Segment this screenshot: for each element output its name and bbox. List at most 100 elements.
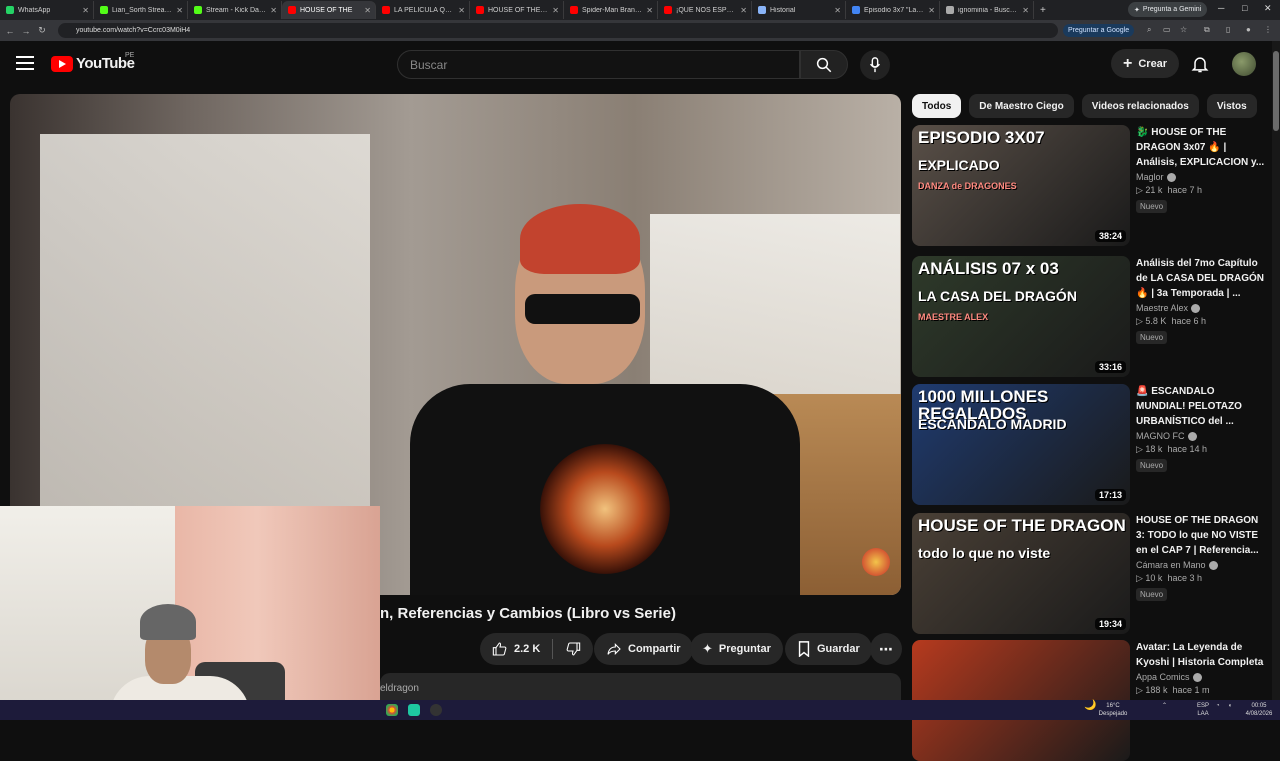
duration-badge: 33:16 — [1094, 361, 1126, 373]
save-label: Guardar — [817, 643, 860, 655]
recommendation-item[interactable]: 1000 MILLONES REGALADOS ESCANDALO MADRID 1… — [912, 384, 1272, 505]
obs-taskbar-icon[interactable] — [430, 704, 442, 716]
recommendation-title[interactable]: Avatar: La Leyenda de Kyoshi | Historia … — [1136, 640, 1266, 670]
tray-chevron-icon[interactable]: ⌃ — [1162, 702, 1167, 710]
ask-button[interactable]: ✦ Preguntar — [690, 633, 783, 665]
url-field[interactable]: youtube.com/watch?v=Ccrc03M0iH4 — [58, 23, 1058, 38]
tab-close-icon[interactable]: ✕ — [928, 6, 935, 15]
thumbs-down-icon — [566, 642, 581, 656]
recommendation-title[interactable]: 🐉 HOUSE OF THE DRAGON 3x07 🔥 | Análisis,… — [1136, 125, 1266, 170]
recommendation-title[interactable]: HOUSE OF THE DRAGON 3: TODO lo que NO VI… — [1136, 513, 1266, 558]
tab-close-icon[interactable]: ✕ — [176, 6, 183, 15]
sidepanel-icon[interactable]: ▯ — [1226, 25, 1230, 34]
tab-close-icon[interactable]: ✕ — [364, 6, 371, 15]
description-box[interactable]: eldragon — [380, 673, 901, 701]
video-thumbnail[interactable]: HOUSE OF THE DRAGON todo lo que no viste 1… — [912, 513, 1130, 634]
back-icon[interactable]: ← — [2, 26, 18, 36]
new-badge: Nuevo — [1136, 331, 1168, 344]
tab-close-icon[interactable]: ✕ — [82, 6, 89, 15]
channel-name[interactable]: Maestre Alex — [1136, 303, 1266, 313]
cast-icon[interactable]: ▭ — [1163, 25, 1171, 34]
search-input[interactable]: Buscar — [397, 50, 800, 79]
video-thumbnail[interactable]: ANÁLISIS 07 x 03 LA CASA DEL DRAGÓN MAESTR… — [912, 256, 1130, 377]
hamburger-menu-icon[interactable] — [16, 56, 34, 70]
browser-tab[interactable]: Lian_Sorth Stream - W... ✕ — [94, 1, 188, 19]
video-thumbnail[interactable]: EPISODIO 3X07 EXPLICADO DANZA de DRAGONES 3… — [912, 125, 1130, 246]
maximize-icon[interactable]: □ — [1242, 3, 1247, 13]
app-taskbar-icon[interactable] — [408, 704, 420, 716]
tab-favicon-icon — [852, 6, 860, 14]
bookmark-star-icon[interactable]: ☆ — [1180, 25, 1187, 34]
tab-close-icon[interactable]: ✕ — [1022, 6, 1029, 15]
page-scrollbar[interactable] — [1272, 41, 1280, 701]
browser-tab[interactable]: ignominia - Buscar con... ✕ — [940, 1, 1034, 19]
create-button[interactable]: + Crear — [1111, 49, 1180, 78]
browser-tab[interactable]: Stream - Kick Dashbo...✕ — [188, 1, 282, 19]
description-text: eldragon — [380, 683, 419, 694]
tab-close-icon[interactable]: ✕ — [552, 6, 559, 15]
browser-tab[interactable]: WhatsApp ✕ — [0, 1, 94, 19]
recommendation-item[interactable]: ANÁLISIS 07 x 03 LA CASA DEL DRAGÓN MAESTR… — [912, 256, 1272, 377]
filter-chip[interactable]: Vistos — [1206, 94, 1257, 118]
recommendation-meta: HOUSE OF THE DRAGON 3: TODO lo que NO VI… — [1136, 513, 1266, 602]
tab-close-icon[interactable]: ✕ — [458, 6, 465, 15]
chrome-taskbar-icon[interactable] — [386, 704, 398, 716]
ask-google-button[interactable]: Preguntar a Google — [1063, 24, 1135, 37]
gemini-button[interactable]: ✦ Pregunta a Gemini — [1128, 2, 1208, 17]
menu-dots-icon[interactable]: ⋮ — [1264, 25, 1272, 34]
recommendation-title[interactable]: Análisis del 7mo Capítulo de LA CASA DEL… — [1136, 256, 1266, 301]
clock[interactable]: 00:05 4/08/2026 — [1242, 702, 1276, 718]
filter-chip[interactable]: Todos — [912, 94, 962, 118]
filter-chip[interactable]: Videos relacionados — [1081, 94, 1199, 118]
recommendation-title[interactable]: 🚨 ESCANDALO MUNDIAL! PELOTAZO URBANÍSTIC… — [1136, 384, 1266, 429]
like-button[interactable]: 2.2 K — [480, 633, 552, 665]
volume-icon[interactable]: ◖ — [1228, 702, 1232, 710]
channel-name[interactable]: Maglor — [1136, 172, 1266, 182]
save-button[interactable]: Guardar — [785, 633, 872, 665]
account-avatar[interactable] — [1232, 52, 1256, 76]
tab-close-icon[interactable]: ✕ — [834, 6, 841, 15]
tab-close-icon[interactable]: ✕ — [646, 6, 653, 15]
youtube-play-icon — [51, 55, 73, 72]
minimize-icon[interactable]: ─ — [1218, 3, 1224, 13]
browser-tab[interactable]: HOUSE OF THE ✕ — [282, 1, 376, 19]
browser-tab[interactable]: ¡QUE NOS ESPERA...✕ — [658, 1, 752, 19]
ask-group: ✦ Preguntar — [690, 633, 783, 665]
extensions-icon[interactable]: ⧉ — [1204, 25, 1210, 35]
recommendation-item[interactable]: EPISODIO 3X07 EXPLICADO DANZA de DRAGONES 3… — [912, 125, 1272, 246]
browser-tab[interactable]: HOUSE OF THE DRAGO... ✕ — [470, 1, 564, 19]
voice-search-button[interactable] — [860, 50, 890, 80]
thumbnail-text: ANÁLISIS 07 x 03 — [918, 259, 1059, 278]
recommendation-item[interactable]: HOUSE OF THE DRAGON todo lo que no viste 1… — [912, 513, 1272, 634]
browser-tab[interactable]: LA PELÍCULA QUE TOD...✕ — [376, 1, 470, 19]
verified-check-icon — [1192, 672, 1202, 682]
reload-icon[interactable]: ↻ — [34, 25, 50, 36]
notifications-bell-icon[interactable] — [1190, 54, 1210, 74]
language-indicator[interactable]: ESP LAA — [1192, 702, 1214, 718]
video-thumbnail[interactable]: 1000 MILLONES REGALADOS ESCANDALO MADRID 1… — [912, 384, 1130, 505]
forward-icon[interactable]: → — [18, 26, 34, 36]
channel-name[interactable]: Cámara en Mano — [1136, 560, 1266, 570]
browser-tab[interactable]: Historial ✕ — [752, 1, 846, 19]
channel-name[interactable]: Appa Comics — [1136, 672, 1266, 682]
share-button[interactable]: Compartir — [594, 633, 693, 665]
wifi-icon[interactable]: ◔ — [1216, 702, 1220, 710]
play-icon: ▷ — [1136, 685, 1146, 695]
new-tab-button[interactable]: + — [1034, 5, 1052, 16]
zoom-icon[interactable]: ⌕ — [1147, 25, 1151, 35]
browser-tab[interactable]: Spider-Man Brand New... ✕ — [564, 1, 658, 19]
close-window-icon[interactable]: ✕ — [1264, 3, 1272, 14]
browser-tab[interactable]: Episodio 3x7 "La casa... ✕ — [846, 1, 940, 19]
tab-close-icon[interactable]: ✕ — [740, 6, 747, 15]
channel-watermark[interactable] — [862, 548, 890, 576]
tab-close-icon[interactable]: ✕ — [270, 6, 277, 15]
more-actions-button[interactable]: ⋯ — [870, 633, 902, 665]
channel-name[interactable]: MAGNO FC — [1136, 431, 1266, 441]
dislike-button[interactable] — [553, 633, 593, 665]
filter-chip[interactable]: De Maestro Ciego — [969, 94, 1074, 118]
profile-icon[interactable]: ● — [1246, 25, 1251, 34]
weather-text[interactable]: 16°C Despejado — [1096, 702, 1130, 718]
thumbnail-text: todo lo que no viste — [918, 545, 1051, 561]
search-button[interactable] — [800, 50, 848, 79]
youtube-logo[interactable]: YouTube PE — [51, 52, 135, 72]
